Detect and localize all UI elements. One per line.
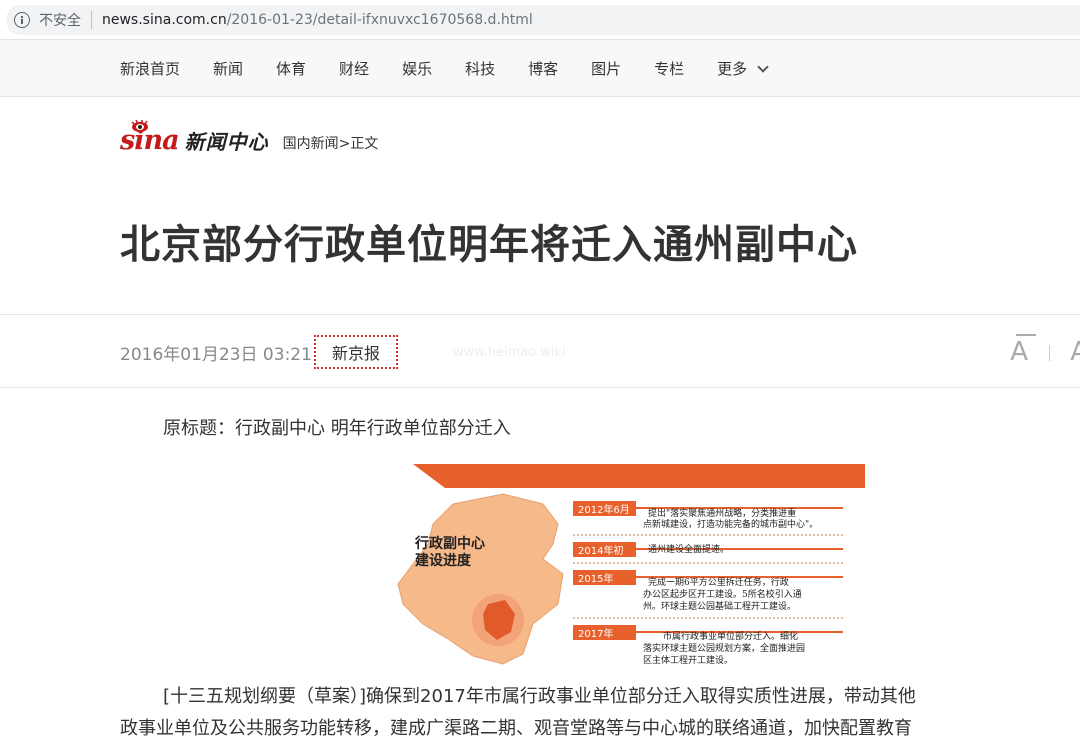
nav-item-label: 体育	[276, 60, 307, 78]
infographic-banner	[413, 464, 865, 488]
nav-item[interactable]: 更多	[717, 58, 769, 79]
browser-address-bar: 不安全 news.sina.com.cn/2016-01-23/detail-i…	[0, 0, 1080, 40]
nav-item[interactable]: 科技	[465, 58, 495, 79]
nav-item[interactable]: 新闻	[213, 58, 243, 79]
nav-item[interactable]: 财经	[339, 58, 369, 79]
nav-item[interactable]: 娱乐	[402, 58, 432, 79]
nav-item[interactable]: 博客	[528, 58, 558, 79]
nav-item-label: 博客	[528, 60, 559, 78]
breadcrumb-separator: >	[338, 136, 351, 152]
security-label[interactable]: 不安全	[39, 10, 81, 30]
event-year: 2017年	[578, 627, 613, 640]
breadcrumb: 国内新闻>正文	[283, 133, 379, 153]
nav-item-label: 图片	[591, 60, 622, 78]
nav-item-label: 更多	[717, 60, 748, 78]
section-name[interactable]: 新闻中心	[185, 126, 269, 155]
timeline-event: 2017年 市属行政事业单位部分迁入。细化 落实环球主题公园规划方案，全面推进园…	[573, 625, 843, 666]
separator	[91, 11, 92, 29]
nav-item[interactable]: 体育	[276, 58, 306, 79]
font-size-icon[interactable]: A	[1010, 334, 1036, 367]
map-title-line1: 行政副中心	[414, 535, 485, 552]
event-line: 区主体工程开工建设。	[643, 654, 733, 666]
map-title-line2: 建设进度	[415, 552, 472, 569]
timeline-event: 2015年 完成一期6平方公里拆迁任务，行政 办公区起步区开工建设。5所名校引入…	[573, 570, 843, 619]
info-icon[interactable]	[14, 12, 30, 28]
event-line: 市属行政事业单位部分迁入。细化	[663, 630, 798, 642]
event-line: 点新城建设，打造功能完备的城市副中心"。	[643, 518, 818, 530]
font-size-icon-2[interactable]: A	[1070, 337, 1080, 367]
event-line: 完成一期6平方公里拆迁任务，行政	[648, 576, 789, 588]
url-path[interactable]: /2016-01-23/detail-ifxnuvxc1670568.d.htm…	[227, 12, 533, 28]
logo-text: sina	[120, 124, 180, 156]
nav-item-label: 财经	[339, 60, 370, 78]
nav-item[interactable]: 新浪首页	[120, 58, 180, 79]
event-line: 州。环球主题公园基础工程开工建设。	[643, 600, 796, 612]
event-year: 2015年	[578, 572, 613, 585]
nav-item[interactable]: 图片	[591, 58, 621, 79]
header-logo-row: sina 新闻中心 国内新闻>正文	[120, 119, 379, 160]
sina-eye-icon	[131, 119, 148, 132]
progress-infographic: 行政副中心 建设进度 2012年6月 提出"落实聚焦通州战略，分类推进重 点新城…	[397, 464, 865, 666]
original-title: 原标题：行政副中心 明年行政单位部分迁入	[163, 418, 511, 439]
nav-item-label: 科技	[465, 60, 496, 78]
sina-logo[interactable]: sina	[120, 119, 180, 156]
nav-list: 新浪首页 新闻 体育 财经 娱乐 科技 博客 图片 专栏 更多	[120, 40, 800, 97]
url-host[interactable]: news.sina.com.cn	[102, 12, 227, 28]
nav-item-label: 娱乐	[402, 60, 433, 78]
source-link[interactable]: 新京报	[313, 335, 398, 369]
event-year: 2014年初	[578, 544, 623, 557]
article-title: 北京部分行政单位明年将迁入通州副中心	[120, 222, 858, 268]
event-line: 办公区起步区开工建设。5所名校引入通	[643, 588, 802, 600]
event-year: 2012年6月	[578, 503, 630, 516]
article-paragraph-continued: 政事业单位及公共服务功能转移，建成广渠路二期、观音堂路等与中心城的联络通道，加快…	[120, 718, 912, 739]
watermark: www.heimao.wiki	[452, 344, 566, 360]
event-line: 提出"落实聚焦通州战略，分类推进重	[648, 507, 796, 519]
breadcrumb-link-domestic[interactable]: 国内新闻	[283, 136, 339, 152]
article-meta-bar: 2016年01月23日 03:21 新京报 www.heimao.wiki A …	[0, 314, 1080, 388]
divider	[1049, 345, 1050, 361]
event-line: 落实环球主题公园规划方案，全面推进园	[643, 642, 805, 654]
breadcrumb-current: 正文	[350, 136, 379, 152]
nav-item[interactable]: 专栏	[654, 58, 684, 79]
publish-date: 2016年01月23日 03:21	[120, 344, 312, 365]
article-paragraph: [十三五规划纲要（草案）]确保到2017年市属行政事业单位部分迁入取得实质性进展…	[163, 686, 916, 707]
timeline-event: 2012年6月 提出"落实聚焦通州战略，分类推进重 点新城建设，打造功能完备的城…	[573, 501, 843, 536]
timeline-event: 2014年初 通州建设全面提速。	[573, 542, 843, 564]
omnibox[interactable]: 不安全 news.sina.com.cn/2016-01-23/detail-i…	[6, 5, 1080, 35]
top-navigation: 新浪首页 新闻 体育 财经 娱乐 科技 博客 图片 专栏 更多	[0, 40, 1080, 97]
event-line: 通州建设全面提速。	[648, 543, 729, 555]
nav-item-label: 新闻	[213, 60, 244, 78]
chevron-down-icon	[757, 60, 769, 73]
nav-item-label: 新浪首页	[120, 60, 181, 78]
nav-item-label: 专栏	[654, 60, 685, 78]
